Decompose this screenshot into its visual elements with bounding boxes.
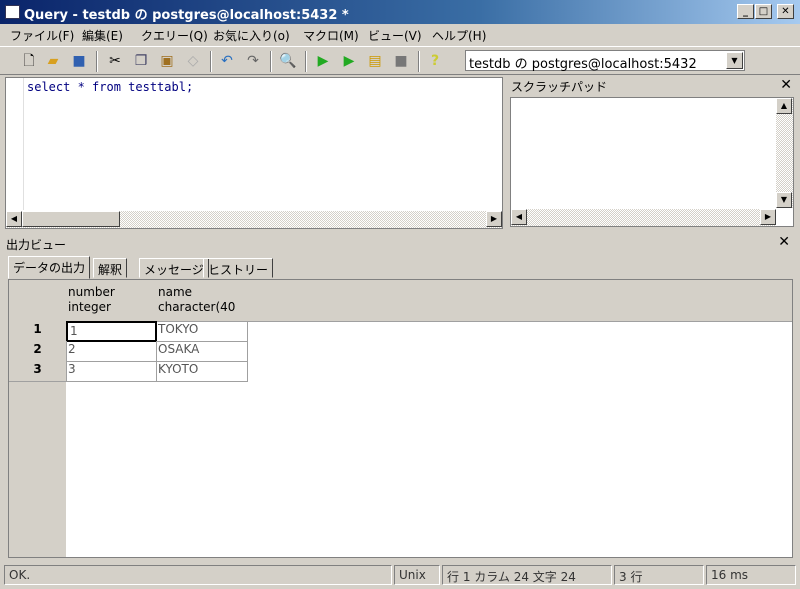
status-rows: 3 行 xyxy=(614,565,704,585)
execute-icon[interactable]: ▶ xyxy=(314,52,332,70)
output-view-title: 出力ビュー xyxy=(6,238,67,252)
scroll-up-icon[interactable]: ▲ xyxy=(776,98,792,114)
app-icon xyxy=(5,5,20,19)
menu-view[interactable]: ビュー(V) xyxy=(368,27,422,44)
menu-favorites[interactable]: お気に入り(o) xyxy=(213,27,290,44)
minimize-button[interactable]: _ xyxy=(737,4,754,19)
scroll-right-icon[interactable]: ▶ xyxy=(486,211,502,227)
menu-macro[interactable]: マクロ(M) xyxy=(303,27,359,44)
table-cell[interactable]: OSAKA xyxy=(156,341,248,362)
header-filler xyxy=(247,280,792,322)
find-icon[interactable]: 🔍 xyxy=(279,52,297,70)
status-eol: Unix xyxy=(394,565,440,585)
scratchpad-vertical-scrollbar[interactable]: ▲ ▼ xyxy=(776,98,793,208)
table-cell[interactable]: 1 xyxy=(66,321,157,342)
row-header[interactable]: 1 xyxy=(9,321,67,342)
menu-bar: ファイル(F) 編集(E) クエリー(Q) お気に入り(o) マクロ(M) ビュ… xyxy=(0,24,800,45)
scroll-left-icon[interactable]: ◀ xyxy=(511,209,527,225)
stop-icon[interactable]: ■ xyxy=(392,52,410,70)
menu-query[interactable]: クエリー(Q) xyxy=(141,27,208,44)
explain-icon[interactable]: ▤ xyxy=(366,52,384,70)
row-header[interactable]: 3 xyxy=(9,361,67,382)
connection-select[interactable]: testdb の postgres@localhost:5432 ▼ xyxy=(465,50,745,72)
table-cell[interactable]: 3 xyxy=(66,361,157,382)
scroll-thumb[interactable] xyxy=(22,211,120,227)
save-icon[interactable]: ■ xyxy=(70,52,88,70)
window-title: Query - testdb の postgres@localhost:5432… xyxy=(24,8,349,23)
menu-file[interactable]: ファイル(F) xyxy=(10,27,74,44)
new-file-icon[interactable]: 🗋 xyxy=(20,52,38,70)
row-header[interactable]: 2 xyxy=(9,341,67,362)
sql-editor[interactable]: select * from testtabl; ◀ ▶ xyxy=(5,77,503,229)
copy-icon[interactable]: ❐ xyxy=(132,52,150,70)
status-time: 16 ms xyxy=(706,565,796,585)
close-button[interactable]: ✕ xyxy=(777,4,794,19)
editor-horizontal-scrollbar[interactable]: ◀ ▶ xyxy=(6,211,502,228)
output-close-icon[interactable]: ✕ xyxy=(778,234,790,250)
help-icon[interactable]: ? xyxy=(426,52,444,70)
scroll-down-icon[interactable]: ▼ xyxy=(776,192,792,208)
tab-explain[interactable]: 解釈 xyxy=(93,258,128,278)
status-position: 行 1 カラム 24 文字 24 xyxy=(442,565,612,585)
eraser-icon[interactable]: ◇ xyxy=(184,52,202,70)
scroll-right-icon[interactable]: ▶ xyxy=(760,209,776,225)
scratchpad-title: スクラッチパッド xyxy=(511,80,608,94)
undo-icon[interactable]: ↶ xyxy=(218,52,236,70)
scroll-left-icon[interactable]: ◀ xyxy=(6,211,22,227)
tab-history[interactable]: ヒストリー xyxy=(203,258,274,278)
redo-icon[interactable]: ↷ xyxy=(244,52,262,70)
scratchpad-panel: スクラッチパッド ✕ ▲ ▼ ◀ ▶ xyxy=(508,77,796,229)
table-cell[interactable]: KYOTO xyxy=(156,361,248,382)
data-grid: number integer name character(40 1 1 TOKYO… xyxy=(8,279,793,558)
connection-value: testdb の postgres@localhost:5432 xyxy=(469,57,697,72)
column-header-name[interactable]: name character(40 xyxy=(156,280,248,322)
open-folder-icon[interactable]: ▰ xyxy=(44,52,62,70)
status-message: OK. xyxy=(4,565,392,585)
grid-corner[interactable] xyxy=(9,280,67,322)
table-cell[interactable]: TOKYO xyxy=(156,321,248,342)
maximize-button[interactable]: □ xyxy=(755,4,772,19)
column-header-number[interactable]: number integer xyxy=(66,280,157,322)
table-cell[interactable]: 2 xyxy=(66,341,157,362)
execute-to-file-icon[interactable]: ▶ xyxy=(340,52,358,70)
scratchpad-close-icon[interactable]: ✕ xyxy=(780,77,792,93)
scratchpad-textarea[interactable]: ▲ ▼ ◀ ▶ xyxy=(510,97,794,227)
scratchpad-horizontal-scrollbar[interactable]: ◀ ▶ xyxy=(511,209,776,226)
title-bar: Query - testdb の postgres@localhost:5432… xyxy=(0,0,800,24)
menu-edit[interactable]: 編集(E) xyxy=(82,27,123,44)
tab-messages[interactable]: メッセージ xyxy=(139,258,209,278)
menu-help[interactable]: ヘルプ(H) xyxy=(432,27,486,44)
chevron-down-icon[interactable]: ▼ xyxy=(726,52,743,69)
status-bar: OK. Unix 行 1 カラム 24 文字 24 3 行 16 ms xyxy=(0,563,800,587)
sql-code[interactable]: select * from testtabl; xyxy=(27,80,193,94)
paste-icon[interactable]: ▣ xyxy=(158,52,176,70)
tab-data-output[interactable]: データの出力 xyxy=(8,256,91,279)
cut-icon[interactable]: ✂ xyxy=(106,52,124,70)
